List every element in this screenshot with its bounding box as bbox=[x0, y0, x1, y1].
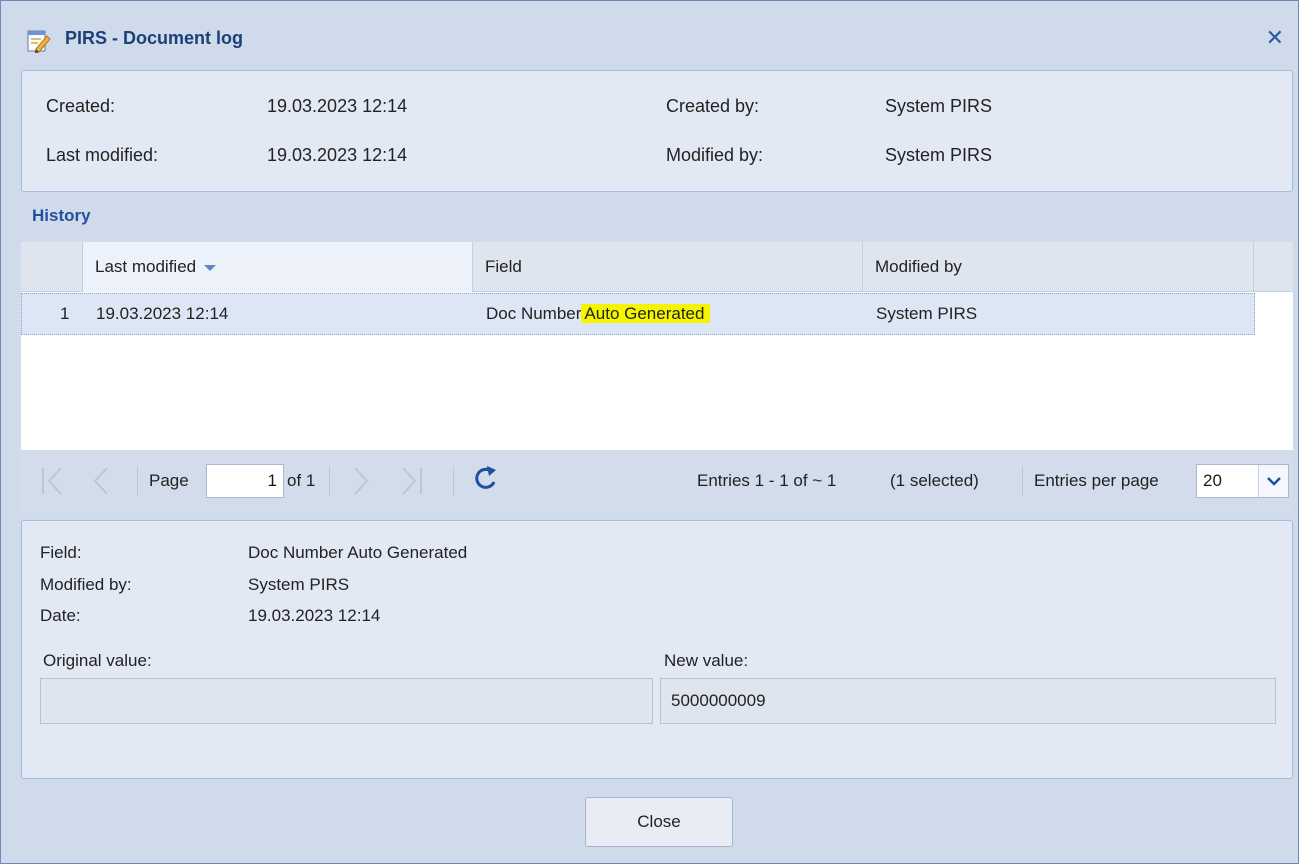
modified-by-value: System PIRS bbox=[885, 145, 993, 165]
table-row[interactable]: 1 19.03.2023 12:14 Doc Number Auto Genera… bbox=[21, 293, 1255, 335]
created-value: 19.03.2023 12:14 bbox=[267, 96, 408, 116]
created-by-label: Created by: bbox=[666, 96, 760, 116]
modified-by-label: Modified by: bbox=[666, 145, 764, 165]
history-title: History bbox=[32, 206, 91, 225]
entries-per-page-value: 20 bbox=[1203, 471, 1222, 490]
next-page-icon[interactable] bbox=[351, 464, 371, 498]
created-by-value: System PIRS bbox=[885, 96, 993, 116]
original-value-field[interactable] bbox=[40, 678, 653, 724]
column-header-last-modified[interactable]: Last modified bbox=[83, 242, 473, 292]
page-of-label: of 1 bbox=[287, 471, 316, 490]
row-number-header bbox=[21, 242, 83, 292]
document-log-dialog: PIRS - Document log ✕ Created: 19.03.202… bbox=[0, 0, 1299, 864]
separator bbox=[329, 466, 330, 496]
last-page-icon[interactable] bbox=[399, 464, 425, 498]
last-modified-label: Last modified: bbox=[46, 145, 159, 165]
page-number-input[interactable]: 1 bbox=[206, 464, 284, 498]
detail-modified-by-label: Modified by: bbox=[40, 575, 132, 594]
created-label: Created: bbox=[46, 96, 116, 116]
original-value-label: Original value: bbox=[43, 651, 152, 670]
history-grid: Last modified Field Modified by 1 19.03.… bbox=[21, 242, 1293, 450]
last-modified-value: 19.03.2023 12:14 bbox=[267, 145, 408, 165]
close-icon[interactable]: ✕ bbox=[1266, 25, 1284, 51]
entries-per-page-label: Entries per page bbox=[1034, 471, 1159, 490]
row-field-prefix: Doc Number bbox=[486, 304, 582, 323]
close-button[interactable]: Close bbox=[585, 797, 733, 847]
row-number: 1 bbox=[60, 304, 70, 323]
column-header-label: Field bbox=[485, 257, 522, 276]
detail-field-value: Doc Number Auto Generated bbox=[248, 543, 468, 562]
prev-page-icon[interactable] bbox=[91, 464, 111, 498]
title-bar: PIRS - Document log ✕ bbox=[1, 1, 1298, 63]
grid-header: Last modified Field Modified by bbox=[21, 242, 1293, 292]
row-modified-by: System PIRS bbox=[876, 304, 978, 323]
entries-info: Entries 1 - 1 of ~ 1 bbox=[697, 471, 837, 490]
separator bbox=[1022, 466, 1023, 496]
summary-panel: Created: 19.03.2023 12:14 Last modified:… bbox=[21, 70, 1293, 192]
dialog-title: PIRS - Document log bbox=[65, 28, 244, 48]
separator bbox=[137, 466, 138, 496]
column-header-label: Modified by bbox=[875, 257, 962, 276]
detail-modified-by-value: System PIRS bbox=[248, 575, 350, 594]
detail-date-label: Date: bbox=[40, 606, 81, 625]
document-edit-icon bbox=[25, 27, 51, 54]
pagination-toolbar: Page 1 of 1 Entries 1 - 1 of ~ 1 (1 sele… bbox=[21, 450, 1293, 512]
details-panel: Field: Doc Number Auto Generated Modifie… bbox=[21, 520, 1293, 779]
separator bbox=[453, 466, 454, 496]
column-header-label: Last modified bbox=[95, 257, 197, 276]
column-header-field[interactable]: Field bbox=[473, 242, 863, 292]
row-field-highlight: Auto Generated bbox=[581, 304, 711, 323]
detail-field-label: Field: bbox=[40, 543, 82, 562]
selected-info: (1 selected) bbox=[890, 471, 979, 490]
row-last-modified: 19.03.2023 12:14 bbox=[96, 304, 229, 323]
entries-per-page-select[interactable]: 20 bbox=[1196, 464, 1289, 498]
chevron-down-icon[interactable] bbox=[1258, 465, 1288, 497]
column-header-modified-by[interactable]: Modified by bbox=[863, 242, 1254, 292]
page-label: Page bbox=[149, 471, 189, 490]
new-value-field[interactable]: 5000000009 bbox=[660, 678, 1276, 724]
refresh-icon[interactable] bbox=[471, 462, 501, 496]
row-field: Doc Number Auto Generated bbox=[486, 294, 711, 334]
detail-date-value: 19.03.2023 12:14 bbox=[248, 606, 381, 625]
new-value-label: New value: bbox=[664, 651, 749, 670]
sort-desc-icon bbox=[204, 264, 217, 271]
first-page-icon[interactable] bbox=[39, 464, 65, 498]
